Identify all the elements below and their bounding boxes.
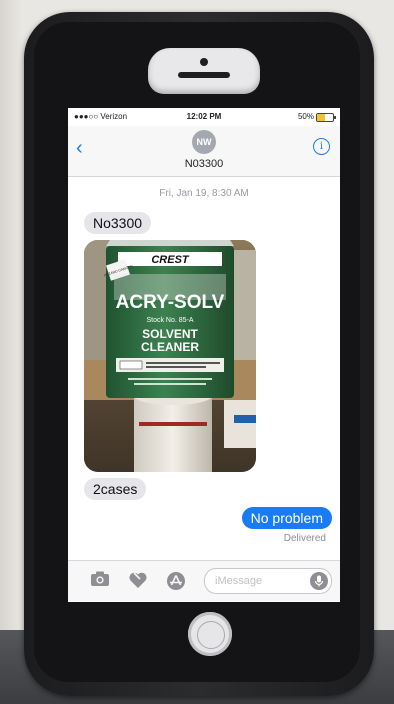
home-button[interactable]: [188, 612, 232, 656]
message-input-bar: iMessage: [68, 560, 340, 601]
microphone-glyph: [314, 575, 324, 587]
message-bubble-incoming[interactable]: 2cases: [84, 478, 147, 500]
home-button-ring: [197, 621, 225, 649]
heart-touch-icon[interactable]: [128, 571, 148, 589]
photo-line2-text: CLEANER: [141, 340, 199, 354]
phone-screen: ●●●○○ Verizon 12:02 PM 50% ‹ NW N03300 i…: [68, 108, 340, 602]
battery-percent: 50%: [297, 112, 314, 121]
conversation-header: ‹ NW N03300 i: [68, 126, 340, 177]
earpiece-housing: [148, 48, 260, 94]
photo-stock-text: Stock No. 85-A: [146, 317, 193, 324]
background-wall: [0, 0, 24, 630]
avatar[interactable]: NW: [192, 130, 216, 154]
battery-icon: [316, 113, 336, 122]
info-icon[interactable]: i: [313, 138, 330, 155]
photo-attachment[interactable]: CREST HAZARD DANGER ACRY-SOLV Stock No. …: [84, 240, 256, 472]
front-camera: [200, 58, 208, 66]
message-bubble-incoming[interactable]: No3300: [84, 212, 152, 234]
status-bar: ●●●○○ Verizon 12:02 PM 50%: [68, 108, 340, 126]
date-stamp: Fri, Jan 19, 8:30 AM: [159, 188, 249, 199]
chevron-left-icon[interactable]: ‹: [76, 138, 83, 158]
contact-name[interactable]: N03300: [68, 158, 340, 170]
earpiece-speaker: [178, 72, 230, 78]
app-store-icon[interactable]: [166, 571, 186, 591]
photo-brand-text: CREST: [151, 254, 190, 266]
delivered-status: Delivered: [283, 533, 326, 544]
camera-icon[interactable]: [90, 571, 110, 587]
message-bubble-outgoing[interactable]: No problem: [241, 507, 332, 529]
photo-line1-text: SOLVENT: [142, 327, 198, 341]
message-input[interactable]: iMessage: [204, 568, 332, 594]
battery-level-fill: [317, 114, 325, 121]
photo-product-text: ACRY-SOLV: [116, 292, 225, 313]
microphone-icon[interactable]: [310, 572, 328, 590]
message-placeholder: iMessage: [215, 575, 263, 587]
photo-solvent-can: CREST HAZARD DANGER ACRY-SOLV Stock No. …: [84, 240, 256, 472]
